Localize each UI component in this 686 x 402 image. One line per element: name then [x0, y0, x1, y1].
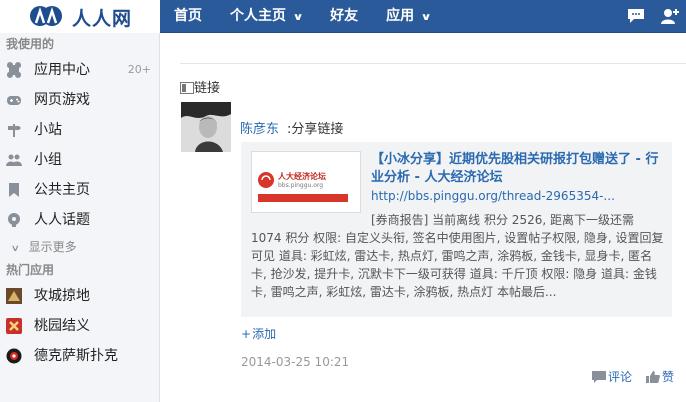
- shared-link-title[interactable]: 【小冰分享】近期优先股相关研报打包赠送了 - 行业分析 - 人大经济论坛: [371, 151, 666, 187]
- main-nav: 首页 个人主页 ∨ 好友 应用 ∨: [160, 0, 444, 33]
- nav-apps[interactable]: 应用 ∨: [372, 0, 444, 33]
- show-more-label: 显示更多: [28, 240, 77, 254]
- group-icon: [6, 154, 22, 166]
- thumb-site-url: bbs.pinggu.org: [278, 182, 324, 189]
- sidebar-item-web-games[interactable]: 网页游戏: [0, 85, 159, 115]
- sidebar-item-groups[interactable]: 小组: [0, 145, 159, 175]
- brand-name: 人人网: [72, 8, 133, 30]
- renren-logo-icon: [30, 6, 62, 26]
- comment-label: 评论: [607, 370, 632, 384]
- logo[interactable]: 人人网: [0, 0, 160, 33]
- divider: [180, 63, 686, 64]
- nav-home-label: 首页: [174, 8, 202, 24]
- nav-home[interactable]: 首页: [160, 0, 216, 33]
- chevron-down-icon: ∨: [420, 12, 432, 23]
- nav-apps-label: 应用: [386, 8, 415, 24]
- peach-garden-game-icon: [6, 318, 22, 334]
- thumb-site-name: 人大经济论坛: [278, 172, 326, 181]
- gamepad-icon: [7, 96, 21, 105]
- sidebar-section-title: 热门应用: [6, 263, 55, 277]
- siege-game-icon: [6, 288, 22, 304]
- add-button[interactable]: +添加: [241, 325, 276, 342]
- post-actions: 评论 赞: [591, 368, 674, 385]
- sidebar-item-label: 公共主页: [34, 182, 90, 198]
- chevron-down-icon: ∨: [292, 12, 304, 23]
- app-center-icon: [7, 62, 21, 78]
- sidebar-item-label: 攻城掠地: [34, 288, 90, 304]
- add-label: 添加: [252, 327, 277, 341]
- sidebar-section-title: 我使用的: [6, 37, 55, 51]
- show-more-link[interactable]: ∨ 显示更多: [0, 235, 159, 259]
- shared-link-url[interactable]: http://bbs.pinggu.org/thread-2965354-...: [371, 189, 666, 203]
- comment-button[interactable]: 评论: [591, 368, 632, 385]
- shared-link-card[interactable]: 人大经济论坛 bbs.pinggu.org 【小冰分享】近期优先股相关研报打包赠…: [241, 142, 672, 317]
- sidebar-item-hot-app[interactable]: 桃园结义: [0, 311, 159, 341]
- bookmark-icon: [9, 183, 19, 197]
- link-thumbnail[interactable]: 人大经济论坛 bbs.pinggu.org: [251, 151, 361, 213]
- sidebar-item-label: 小站: [34, 122, 62, 138]
- shared-link-excerpt: [券商报告] 当前离线 积分 2526, 距离下一级还需 1074 积分 权限:…: [251, 211, 665, 301]
- sidebar-item-label: 小组: [34, 152, 62, 168]
- sidebar-item-public-pages[interactable]: 公共主页: [0, 175, 159, 205]
- post-action-text: :分享链接: [287, 122, 344, 137]
- add-friend-icon[interactable]: [660, 6, 680, 26]
- sidebar-item-hot-app[interactable]: 德克萨斯扑克: [0, 341, 159, 371]
- poker-chip-icon: [6, 348, 22, 364]
- sidebar-item-hot-app[interactable]: 攻城掠地: [0, 281, 159, 311]
- plus-icon: +: [241, 327, 252, 341]
- avatar[interactable]: [181, 102, 231, 152]
- chevron-down-icon: ∨: [10, 244, 20, 254]
- sidebar: 我使用的 应用中心 20+ 网页游戏 小站 小组 公共主页 人人话题 ∨ 显示更…: [0, 33, 160, 402]
- like-label: 赞: [661, 370, 674, 384]
- feed: 链接 陈彦东 :分享链接 人大经济论坛 bbs.pinggu.org 【小冰分享】…: [160, 33, 686, 402]
- nav-profile[interactable]: 个人主页 ∨: [216, 0, 316, 33]
- nav-profile-label: 个人主页: [230, 8, 286, 24]
- sidebar-item-topics[interactable]: 人人话题: [0, 205, 159, 235]
- sidebar-item-label: 人人话题: [34, 212, 90, 228]
- nav-friends[interactable]: 好友: [316, 0, 372, 33]
- feed-type-text: 链接: [194, 81, 221, 96]
- sidebar-item-label: 桃园结义: [34, 318, 90, 334]
- message-icon[interactable]: [626, 6, 646, 26]
- thumbs-up-icon: [645, 371, 660, 383]
- like-button[interactable]: 赞: [645, 368, 674, 385]
- count-badge: 20+: [127, 63, 151, 76]
- author-name-link[interactable]: 陈彦东: [240, 122, 279, 137]
- sidebar-item-label: 德克萨斯扑克: [34, 348, 118, 364]
- topic-bulb-icon: [8, 213, 20, 227]
- nav-friends-label: 好友: [330, 8, 359, 24]
- post-author-line: 陈彦东 :分享链接: [240, 118, 343, 137]
- signpost-icon: [8, 124, 21, 137]
- sidebar-item-app-center[interactable]: 应用中心 20+: [0, 55, 159, 85]
- comment-icon: [591, 371, 606, 383]
- post-timestamp: 2014-03-25 10:21: [241, 355, 350, 369]
- feed-type-label: 链接: [180, 77, 220, 96]
- top-nav-bar: 人人网 首页 个人主页 ∨ 好友 应用 ∨: [0, 0, 686, 33]
- sidebar-item-label: 应用中心: [34, 62, 90, 78]
- sidebar-item-label: 网页游戏: [34, 92, 90, 108]
- excerpt-text: [券商报告] 当前离线 积分 2526, 距离下一级还需 1074 积分 权限:…: [251, 213, 664, 299]
- link-card-icon: [180, 82, 194, 94]
- sidebar-item-small-site[interactable]: 小站: [0, 115, 159, 145]
- top-icons: [626, 6, 680, 26]
